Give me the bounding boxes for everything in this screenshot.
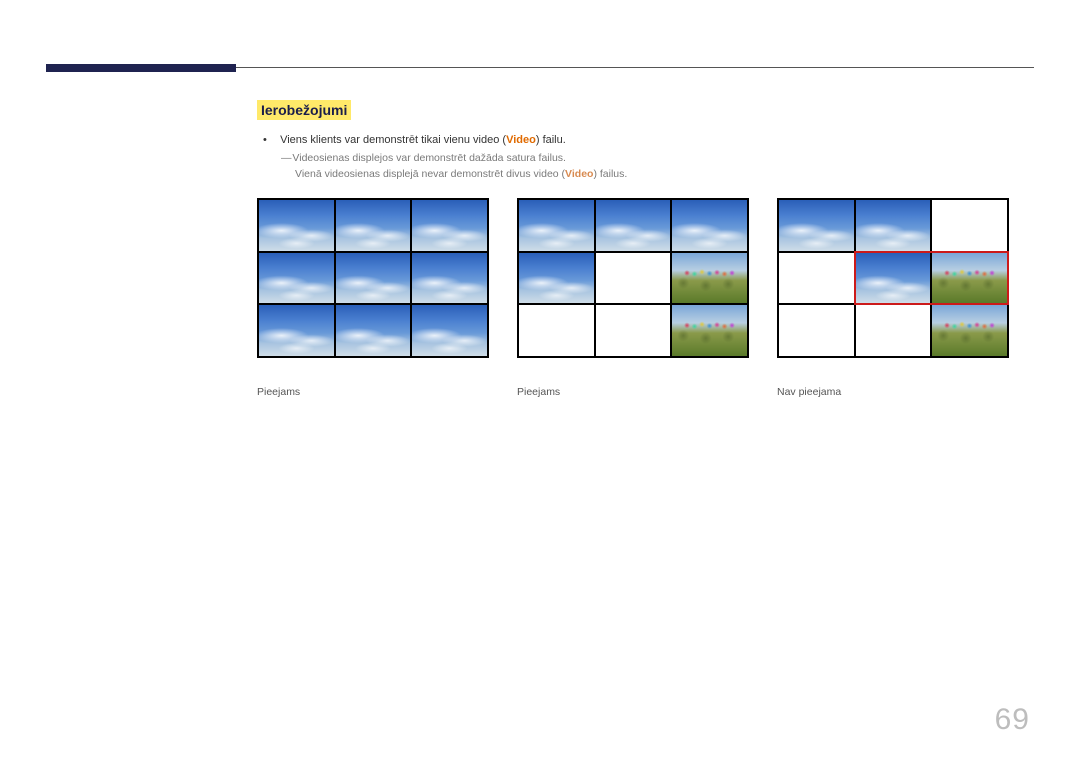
tile-blank [779,253,854,304]
grid-wrap-3 [777,198,1009,358]
sub-item-2: Vienā videosienas displejā nevar demonst… [281,166,1034,183]
tile-blank [596,253,671,304]
videowall-grid-2 [517,198,749,358]
sub2-suffix: ) failus. [593,168,627,180]
videowall-grid-1 [257,198,489,358]
figure-2: Pieejams [517,198,749,398]
tile-blank [932,200,1007,251]
videowall-grid-3 [777,198,1009,358]
bullet-list: Viens klients var demonstrēt tikai vienu… [257,132,1034,183]
figure-caption: Pieejams [257,386,489,398]
tile [259,305,334,356]
page-number: 69 [995,703,1030,737]
bullet-bold-word: Video [506,134,536,146]
bullet-item: Viens klients var demonstrēt tikai vienu… [257,132,1034,183]
tile [779,200,854,251]
tile-blank [596,305,671,356]
sub-item-1-text: Videosienas displejos var demonstrēt daž… [292,152,566,164]
figure-1: Pieejams [257,198,489,398]
figure-caption: Nav pieejama [777,386,1009,398]
tile [856,200,931,251]
tile [856,253,931,304]
tile [336,253,411,304]
tile-blank [856,305,931,356]
tile-field [672,253,747,304]
sub-list: Videosienas displejos var demonstrēt daž… [281,150,1034,184]
tile-blank [519,305,594,356]
bullet-text-prefix: Viens klients var demonstrēt tikai vienu… [280,134,506,146]
tile-field [932,305,1007,356]
tile [412,253,487,304]
tile [519,253,594,304]
tile [336,305,411,356]
figure-row: Pieejams Pieejams [257,198,1009,398]
tile [412,200,487,251]
grid-wrap-1 [257,198,489,358]
sub-item-1: Videosienas displejos var demonstrēt daž… [281,150,1034,167]
tile-blank [779,305,854,356]
tile [259,200,334,251]
tile [519,200,594,251]
tile [412,305,487,356]
section-heading: Ierobežojumi [257,100,351,120]
tile [259,253,334,304]
grid-wrap-2 [517,198,749,358]
header-accent-bar [46,64,236,72]
content-area: Ierobežojumi Viens klients var demonstrē… [257,100,1034,183]
tile-field [932,253,1007,304]
sub2-bold: Video [565,168,593,180]
sub2-prefix: Vienā videosienas displejā nevar demonst… [295,168,565,180]
tile [596,200,671,251]
bullet-text-suffix: ) failu. [536,134,566,146]
tile [336,200,411,251]
tile-field [672,305,747,356]
figure-caption: Pieejams [517,386,749,398]
tile [672,200,747,251]
figure-3: Nav pieejama [777,198,1009,398]
